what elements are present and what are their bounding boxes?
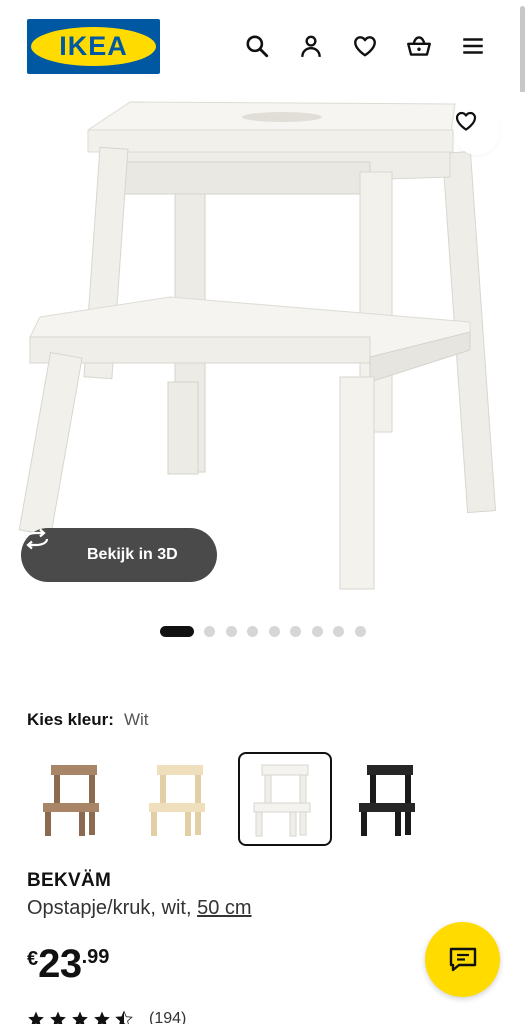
product-size-link[interactable]: 50 cm: [197, 897, 251, 919]
view-in-3d-label: Bekijk in 3D: [87, 546, 178, 563]
carousel-dot[interactable]: [311, 625, 323, 637]
price-decimals: .99: [81, 946, 110, 968]
rotate-3d-icon: [23, 528, 75, 567]
carousel-indicator: [160, 625, 376, 637]
stool-thumbnail: [149, 765, 205, 836]
carousel-dot[interactable]: [290, 625, 301, 637]
price-currency: €: [27, 948, 39, 970]
carousel-dot[interactable]: [247, 625, 258, 637]
menu-icon[interactable]: [458, 31, 488, 61]
carousel-dot[interactable]: [225, 625, 237, 637]
review-count[interactable]: (194): [149, 1010, 186, 1024]
product-description: Opstapje/kruk, wit, 50 cm: [27, 897, 252, 920]
product-name: BEKVÄM: [27, 870, 112, 891]
colour-option-brown[interactable]: [27, 752, 121, 846]
product-price: € 23 .99: [27, 942, 109, 986]
product-rating[interactable]: (194): [27, 1010, 186, 1024]
colour-option-black[interactable]: [343, 752, 437, 846]
user-icon[interactable]: [296, 31, 326, 61]
stool-thumbnail: [43, 765, 99, 836]
colour-selector-label: Kies kleur: Wit: [27, 710, 148, 730]
price-integer: 23: [38, 942, 82, 986]
basket-icon[interactable]: [404, 31, 434, 61]
carousel-dot-active[interactable]: [160, 625, 194, 637]
chat-button[interactable]: [425, 922, 500, 997]
star-icon: [28, 1011, 44, 1024]
colour-option-birch[interactable]: [133, 752, 227, 846]
chat-icon: [449, 947, 476, 971]
selected-colour: Wit: [123, 710, 149, 729]
site-header: IKEA: [0, 0, 528, 92]
heart-icon: [455, 111, 477, 131]
heart-icon[interactable]: [350, 31, 380, 61]
star-icon: [50, 1011, 66, 1024]
carousel-dot[interactable]: [333, 625, 344, 637]
carousel-dot[interactable]: [268, 625, 280, 637]
search-icon[interactable]: [242, 31, 272, 61]
half-star-icon: [115, 1010, 133, 1024]
stool-thumbnail: [253, 764, 311, 837]
logo-text: IKEA: [59, 31, 128, 61]
colour-label: Kies kleur:: [27, 710, 114, 729]
product-description-text: Opstapje/kruk, wit,: [27, 897, 192, 919]
carousel-dot[interactable]: [204, 625, 215, 637]
star-icon: [94, 1011, 110, 1024]
stool-thumbnail: [359, 765, 415, 836]
star-icon: [72, 1011, 88, 1024]
colour-option-white[interactable]: [238, 752, 332, 846]
add-to-favourites-button[interactable]: [454, 109, 500, 155]
carousel-dot[interactable]: [354, 625, 366, 637]
product-image[interactable]: Bekijk in 3D: [0, 92, 528, 610]
view-in-3d-button[interactable]: Bekijk in 3D: [21, 528, 217, 582]
ikea-logo[interactable]: IKEA: [27, 19, 160, 74]
